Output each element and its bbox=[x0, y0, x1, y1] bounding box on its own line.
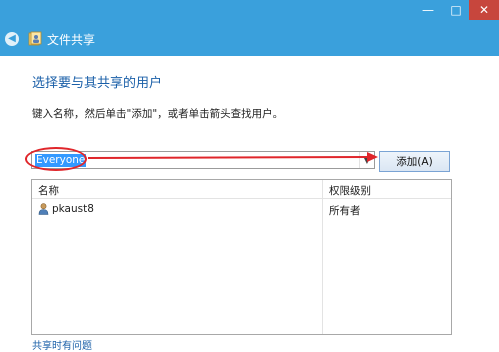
column-header-name[interactable]: 名称 bbox=[38, 183, 59, 198]
minimize-button[interactable]: — bbox=[413, 0, 443, 20]
add-button[interactable]: 添加(A) bbox=[379, 151, 450, 172]
dropdown-arrow-icon[interactable]: ▼ bbox=[359, 152, 374, 168]
column-header-permission[interactable]: 权限级别 bbox=[329, 183, 371, 198]
window-title: 文件共享 bbox=[47, 33, 96, 47]
sharing-help-link[interactable]: 共享时有问题 bbox=[32, 337, 92, 352]
instruction-text: 键入名称，然后单击"添加"，或者单击箭头查找用户。 bbox=[32, 108, 284, 120]
page-heading: 选择要与其共享的用户 bbox=[32, 76, 163, 91]
permission-level[interactable]: 所有者 bbox=[329, 203, 361, 218]
list-header: 名称 权限级别 bbox=[32, 180, 451, 199]
user-icon bbox=[38, 203, 49, 215]
user-list: 名称 权限级别 pkaust8 所有者 bbox=[31, 179, 452, 335]
nav-row: ◀ 文件共享 bbox=[0, 26, 300, 50]
annotation-ellipse bbox=[25, 147, 87, 171]
user-name: pkaust8 bbox=[52, 203, 94, 215]
back-arrow-icon[interactable]: ◀ bbox=[5, 32, 19, 46]
file-share-icon bbox=[28, 31, 42, 46]
close-button[interactable]: ✕ bbox=[469, 0, 499, 20]
maximize-button[interactable]: □ bbox=[443, 0, 469, 20]
list-item[interactable]: pkaust8 所有者 bbox=[32, 200, 451, 218]
title-bar: — □ ✕ ◀ 文件共享 bbox=[0, 0, 499, 56]
